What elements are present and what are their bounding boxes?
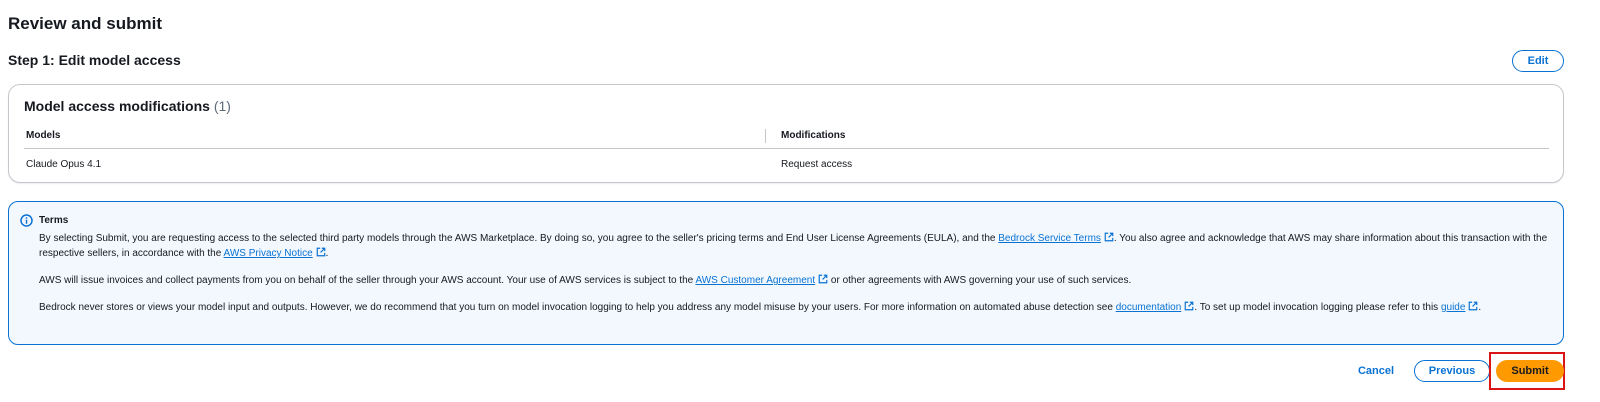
external-link-icon	[1104, 232, 1114, 242]
terms-text: Bedrock never stores or views your model…	[39, 302, 1116, 313]
external-link-icon	[1469, 301, 1478, 311]
page-title: Review and submit	[8, 14, 162, 33]
aws-customer-agreement-link[interactable]: AWS Customer Agreement	[695, 275, 815, 286]
terms-paragraph-2: AWS will issue invoices and collect paym…	[39, 273, 1549, 288]
terms-text: .	[1478, 302, 1482, 313]
external-link-icon	[316, 247, 325, 257]
cancel-button[interactable]: Cancel	[1350, 360, 1402, 382]
cell-modification: Request access	[781, 159, 853, 170]
previous-button[interactable]: Previous	[1414, 360, 1490, 382]
guide-link[interactable]: guide	[1441, 302, 1465, 313]
table-header: Models Modifications	[24, 125, 1549, 149]
model-access-card: Model access modifications (1) Models Mo…	[8, 84, 1564, 183]
column-header-modifications: Modifications	[781, 130, 846, 141]
external-link-icon	[818, 274, 828, 284]
card-count: (1)	[213, 98, 231, 114]
card-header: Model access modifications (1)	[24, 98, 231, 114]
terms-body: By selecting Submit, you are requesting …	[39, 231, 1549, 327]
terms-text: By selecting Submit, you are requesting …	[39, 233, 999, 244]
terms-text: AWS will issue invoices and collect paym…	[39, 275, 696, 286]
review-and-submit-page: Review and submit Step 1: Edit model acc…	[0, 0, 1600, 402]
step-title: Step 1: Edit model access	[8, 52, 181, 68]
edit-button[interactable]: Edit	[1512, 50, 1564, 72]
submit-button[interactable]: Submit	[1496, 360, 1564, 382]
table-row: Claude Opus 4.1 Request access	[24, 149, 1549, 179]
terms-title: Terms	[39, 215, 69, 226]
cell-model: Claude Opus 4.1	[26, 159, 102, 170]
column-divider[interactable]	[765, 129, 766, 143]
modifications-table: Models Modifications Claude Opus 4.1 Req…	[24, 125, 1549, 179]
terms-text: .	[325, 248, 329, 259]
terms-text: . To set up model invocation logging ple…	[1194, 302, 1441, 313]
external-link-icon	[1184, 301, 1194, 311]
terms-paragraph-1: By selecting Submit, you are requesting …	[39, 231, 1549, 261]
card-title: Model access modifications	[24, 98, 210, 114]
aws-privacy-notice-link[interactable]: AWS Privacy Notice	[224, 248, 313, 259]
info-icon	[20, 214, 33, 227]
terms-text: or other agreements with AWS governing y…	[828, 275, 1132, 286]
terms-alert: Terms By selecting Submit, you are reque…	[8, 201, 1564, 345]
bedrock-service-terms-link[interactable]: Bedrock Service Terms	[998, 233, 1101, 244]
documentation-link[interactable]: documentation	[1116, 302, 1182, 313]
terms-paragraph-3: Bedrock never stores or views your model…	[39, 300, 1549, 315]
column-header-models: Models	[26, 130, 61, 141]
